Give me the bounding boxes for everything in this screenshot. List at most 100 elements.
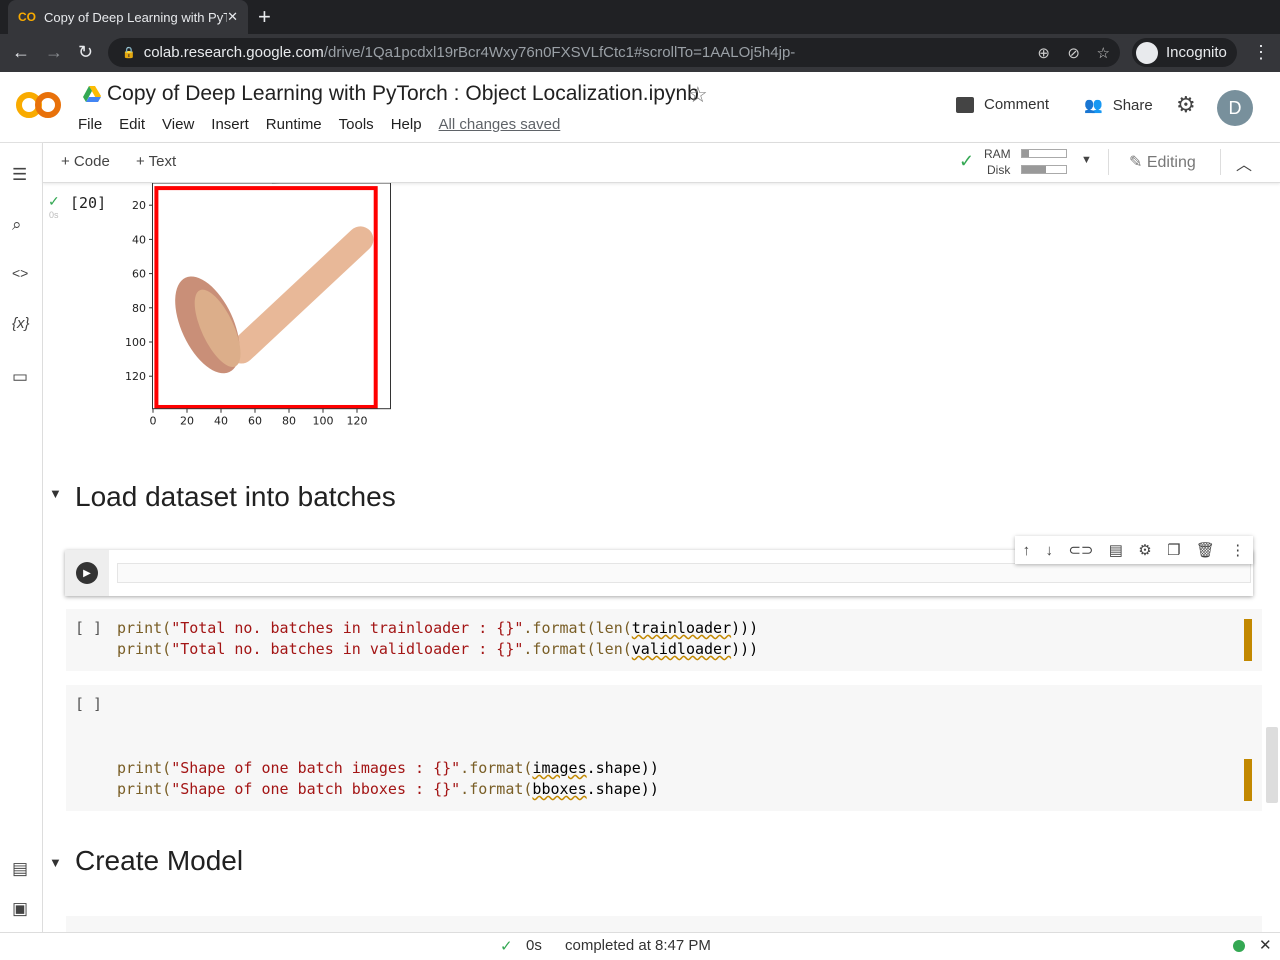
- move-up-icon[interactable]: ↑: [1023, 542, 1031, 559]
- x-tick-label: 100: [313, 415, 334, 428]
- notebook-content: ✓ [20] 0s 0 20 40 60 80 100 120 20 40 60 80 100 120 …: [43, 183, 1280, 932]
- cell-prompt[interactable]: [ ]: [75, 618, 102, 639]
- more-options-icon[interactable]: ⋮: [1230, 541, 1245, 559]
- run-cell-button[interactable]: ▶: [76, 562, 98, 584]
- back-icon[interactable]: ←: [12, 42, 30, 63]
- x-tick-label: 80: [282, 415, 296, 428]
- editing-mode-button[interactable]: ✎ Editing: [1129, 152, 1196, 172]
- code-line: print("Total no. batches in validloader …: [117, 639, 758, 660]
- search-icon[interactable]: ⌕: [12, 215, 22, 235]
- connected-check-icon: ✓: [959, 151, 975, 171]
- variables-icon[interactable]: {x}: [12, 315, 30, 332]
- notebook-title[interactable]: Copy of Deep Learning with PyTorch : Obj…: [107, 82, 699, 106]
- colab-logo-icon[interactable]: [16, 90, 62, 120]
- x-tick-label: 60: [248, 415, 262, 428]
- token: .shape)): [586, 759, 659, 777]
- token: print(: [117, 759, 172, 777]
- terminal-icon[interactable]: ▣: [12, 899, 28, 919]
- code-editor[interactable]: [117, 563, 1251, 583]
- menu-file[interactable]: File: [78, 116, 102, 133]
- collapse-header-icon[interactable]: ︿: [1236, 151, 1252, 175]
- token: .format(: [460, 780, 533, 798]
- files-folder-icon[interactable]: ▭: [12, 367, 28, 387]
- token: trainloader: [631, 619, 732, 637]
- cell-settings-icon[interactable]: ⚙: [1138, 541, 1151, 559]
- connection-status-icon: [1233, 940, 1245, 952]
- save-status-link[interactable]: All changes saved: [439, 116, 561, 133]
- menu-view[interactable]: View: [162, 116, 194, 133]
- browser-tab[interactable]: CO Copy of Deep Learning with PyTorch : …: [8, 0, 248, 34]
- url-input[interactable]: 🔒 colab.research.google.com/drive/1Qa1pc…: [108, 38, 1120, 67]
- tab-title: Copy of Deep Learning with PyTorch : Obj…: [44, 9, 227, 25]
- token: "Total no. batches in trainloader : {}": [171, 619, 524, 637]
- avatar[interactable]: D: [1217, 90, 1253, 126]
- y-tick-label: 40: [132, 233, 146, 246]
- status-bar: ✓ 0s completed at 8:47 PM ✕: [0, 932, 1280, 960]
- link-icon[interactable]: ⊂⊃: [1068, 541, 1093, 559]
- cell-prompt[interactable]: [ ]: [75, 694, 102, 715]
- code-cell[interactable]: [ ] print("Shape of one batch images : {…: [66, 685, 1262, 811]
- add-text-button[interactable]: + Text: [136, 153, 176, 170]
- close-status-icon[interactable]: ✕: [1259, 936, 1272, 954]
- colab-favicon-icon: CO: [18, 10, 36, 24]
- menu-runtime[interactable]: Runtime: [266, 116, 322, 133]
- command-palette-icon[interactable]: ▤: [12, 859, 28, 879]
- reload-icon[interactable]: ↻: [78, 42, 93, 63]
- section-heading: Create Model: [75, 845, 244, 876]
- cell-source[interactable]: print("Shape of one batch images : {}".f…: [117, 758, 659, 800]
- share-label: Share: [1112, 96, 1153, 114]
- comment-icon[interactable]: ▤: [1109, 541, 1123, 559]
- zoom-icon[interactable]: ⊕: [1037, 44, 1050, 62]
- browser-menu-icon[interactable]: ⋮: [1252, 42, 1270, 63]
- lock-icon: 🔒: [122, 47, 136, 59]
- comment-button[interactable]: Comment: [956, 96, 1049, 113]
- notebook-toolbar: + Code + Text ✓ RAM Disk ▼ ✎ Editing ︿: [43, 143, 1280, 183]
- token: print(: [117, 619, 172, 637]
- comment-label: Comment: [984, 96, 1050, 113]
- token: len(: [595, 619, 632, 637]
- mirror-cell-icon[interactable]: ❐: [1167, 541, 1180, 559]
- add-code-button[interactable]: + Code: [61, 153, 110, 170]
- code-cell[interactable]: [ ] print("Total no. batches in trainloa…: [66, 609, 1262, 671]
- eye-off-icon[interactable]: ⊘: [1067, 44, 1080, 62]
- cell-source[interactable]: print("Total no. batches in trainloader …: [117, 618, 758, 660]
- incognito-badge[interactable]: Incognito: [1132, 38, 1237, 67]
- ram-label: RAM: [984, 147, 1011, 161]
- token: .format(: [523, 619, 596, 637]
- new-tab-icon[interactable]: +: [258, 4, 271, 30]
- collapse-section-icon[interactable]: ▼: [49, 486, 62, 501]
- menu-insert[interactable]: Insert: [211, 116, 249, 133]
- token: len(: [595, 640, 632, 658]
- menu-tools[interactable]: Tools: [339, 116, 374, 133]
- token: .shape)): [586, 780, 659, 798]
- x-tick-label: 0: [150, 415, 157, 428]
- pencil-icon: ✎: [1129, 154, 1143, 171]
- star-icon[interactable]: ☆: [688, 82, 708, 108]
- divider: [1108, 149, 1109, 175]
- menu-edit[interactable]: Edit: [119, 116, 145, 133]
- table-of-contents-icon[interactable]: ☰: [12, 165, 27, 185]
- y-tick-label: 60: [132, 268, 146, 281]
- status-check-icon: ✓: [500, 938, 513, 955]
- unexecuted-marker: [1244, 759, 1252, 801]
- status-time: 0s: [526, 937, 542, 954]
- code-cell[interactable]: [66, 916, 1262, 932]
- section-heading: Load dataset into batches: [75, 481, 396, 512]
- resources-dropdown-icon[interactable]: ▼: [1081, 154, 1092, 166]
- move-down-icon[interactable]: ↓: [1045, 542, 1053, 559]
- scrollbar-thumb[interactable]: [1266, 727, 1278, 803]
- google-drive-icon: [83, 86, 101, 102]
- run-cell-gutter: ▶: [65, 550, 109, 596]
- bookmark-star-icon[interactable]: ☆: [1097, 44, 1110, 62]
- close-tab-icon[interactable]: ✕: [227, 9, 238, 25]
- code-snippets-icon[interactable]: <>: [12, 265, 28, 281]
- menu-help[interactable]: Help: [391, 116, 422, 133]
- collapse-section-icon[interactable]: ▼: [49, 855, 62, 870]
- settings-gear-icon[interactable]: ⚙: [1176, 92, 1196, 118]
- y-tick-label: 80: [132, 302, 146, 315]
- url-host: colab.research.google.com: [143, 44, 324, 61]
- forward-icon[interactable]: →: [45, 42, 63, 63]
- delete-icon[interactable]: 🗑: [1196, 541, 1215, 559]
- share-button[interactable]: 👥 Share: [1084, 96, 1153, 115]
- disk-usage-bar: [1021, 165, 1067, 174]
